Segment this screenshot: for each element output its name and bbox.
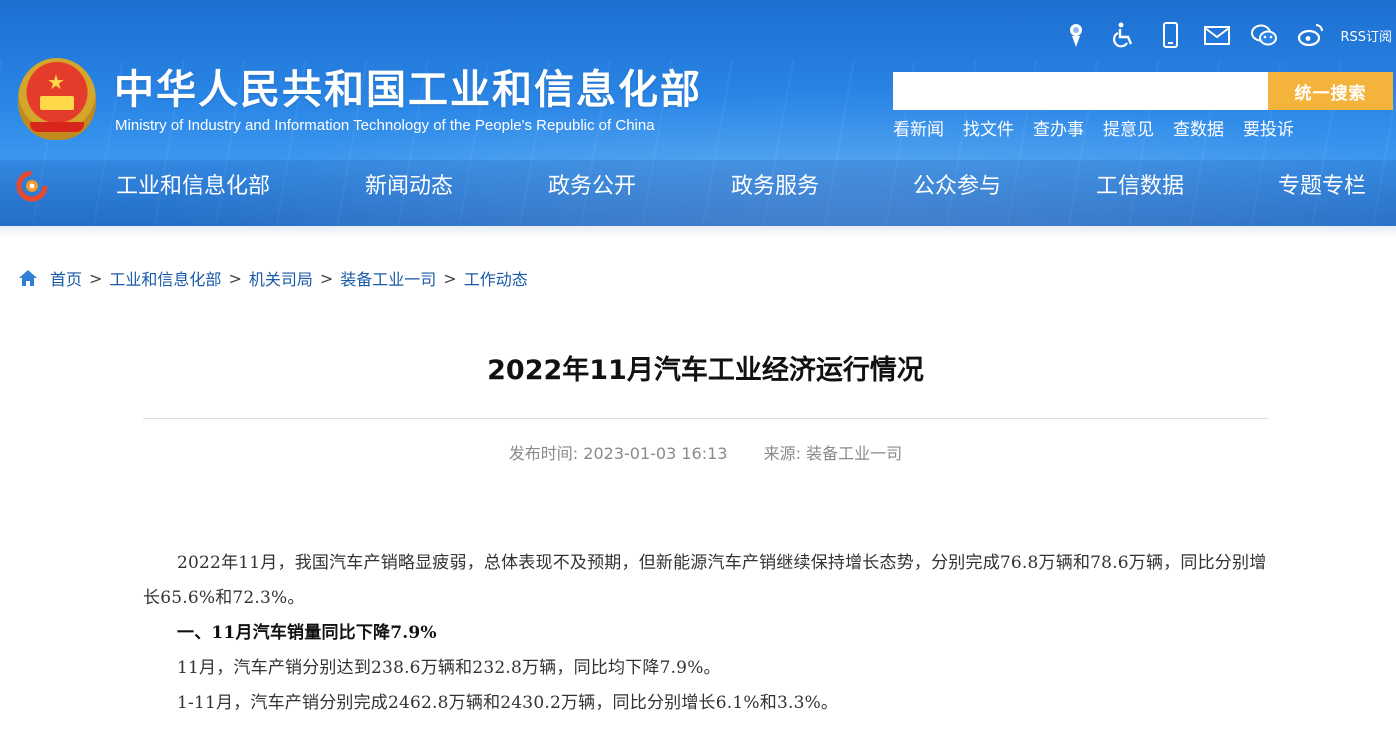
nav-item-public-participation[interactable]: 公众参与 [913,172,1001,202]
breadcrumb-departments[interactable]: 机关司局 [249,266,313,290]
site-title[interactable]: 中华人民共和国工业和信息化部 [114,66,702,114]
emblem-gate [40,96,74,110]
national-emblem-logo[interactable]: ★ [18,58,96,140]
publish-time: 2023-01-03 16:13 [583,444,728,463]
nav-item-miit-data[interactable]: 工信数据 [1096,172,1184,202]
source-label: 来源: [763,444,802,463]
breadcrumb-separator: > [228,268,242,288]
breadcrumb-work-news[interactable]: 工作动态 [464,266,528,290]
emblem-band [30,122,84,132]
quick-link-complaint[interactable]: 要投诉 [1243,118,1294,142]
star-icon: ★ [47,70,65,94]
breadcrumb-separator: > [319,268,334,288]
source-value: 装备工业一司 [806,444,903,463]
article-paragraph: 2022年11月，我国汽车产销略显疲弱，总体表现不及预期，但新能源汽车产销继续保… [143,553,1267,608]
home-icon[interactable] [18,268,38,288]
breadcrumb-miit[interactable]: 工业和信息化部 [109,266,221,290]
breadcrumb-separator: > [443,268,457,288]
wechat-icon[interactable] [1249,20,1279,50]
weibo-icon[interactable] [1296,20,1326,50]
accessibility-icon[interactable] [1108,20,1138,50]
unified-search-button[interactable]: 统一搜索 [1268,72,1393,110]
quick-link-news[interactable]: 看新闻 [893,118,944,142]
article-meta: 发布时间: 2023-01-03 16:13 来源: 装备工业一司 [143,442,1268,466]
elderly-mode-icon[interactable] [1061,20,1091,50]
site-header: ★ 中华人民共和国工业和信息化部 Ministry of Industry an… [0,0,1396,226]
quick-link-services[interactable]: 查办事 [1033,118,1084,142]
mobile-icon[interactable] [1155,20,1185,50]
nav-item-miit[interactable]: 工业和信息化部 [116,172,270,202]
breadcrumb-home[interactable]: 首页 [50,266,82,290]
article-title: 2022年11月汽车工业经济运行情况 [487,355,924,386]
article-content: 2022年11月，我国汽车产销略显疲弱，总体表现不及预期，但新能源汽车产销继续保… [143,546,1268,721]
quick-link-feedback[interactable]: 提意见 [1103,118,1154,142]
miit-logo-icon[interactable] [16,170,48,202]
article-paragraph: 11月，汽车产销分别达到238.6万辆和232.8万辆，同比均下降7.9%。 [177,658,721,678]
article-section-heading: 一、11月汽车销量同比下降7.9% [177,623,437,643]
main-nav: 工业和信息化部 新闻动态 政务公开 政务服务 公众参与 工信数据 专题专栏 [0,160,1396,220]
toolbar: RSS订阅 [1044,18,1396,52]
title-divider [143,418,1268,419]
breadcrumb-separator: > [89,268,103,288]
search-input[interactable] [893,72,1268,110]
quick-link-data[interactable]: 查数据 [1173,118,1224,142]
nav-item-special-topics[interactable]: 专题专栏 [1278,172,1366,202]
mail-icon[interactable] [1202,20,1232,50]
nav-item-gov-affairs-open[interactable]: 政务公开 [548,172,636,202]
publish-time-label: 发布时间: [508,444,579,463]
quick-links: 看新闻 找文件 查办事 提意见 查数据 要投诉 [893,118,1313,142]
header-shadow [0,226,1396,238]
breadcrumb-equipment-dept[interactable]: 装备工业一司 [340,266,436,290]
nav-item-news[interactable]: 新闻动态 [365,172,453,202]
breadcrumb: 首页 > 工业和信息化部 > 机关司局 > 装备工业一司 > 工作动态 [18,266,528,290]
quick-link-documents[interactable]: 找文件 [963,118,1014,142]
rss-subscribe-link[interactable]: RSS订阅 [1340,26,1392,45]
article-paragraph: 1-11月，汽车产销分别完成2462.8万辆和2430.2万辆，同比分别增长6.… [177,693,839,713]
nav-item-gov-services[interactable]: 政务服务 [731,172,819,202]
site-subtitle: Ministry of Industry and Information Tec… [115,117,655,134]
